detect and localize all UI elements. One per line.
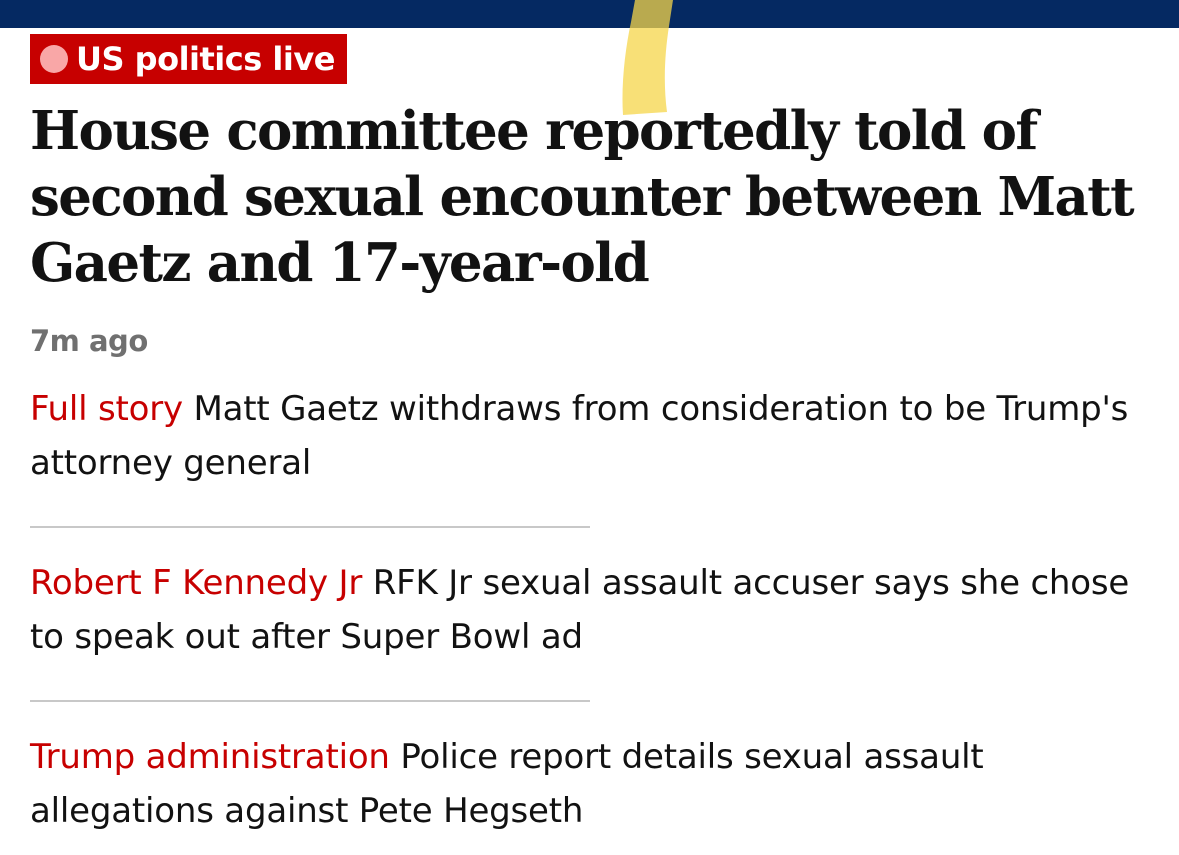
article-timestamp: 7m ago <box>30 324 148 358</box>
related-story-2[interactable]: Robert F Kennedy Jr RFK Jr sexual assaul… <box>30 556 1150 664</box>
kicker-label: US politics live <box>76 40 335 78</box>
related-story-tag[interactable]: Full story <box>30 389 183 429</box>
related-story-1[interactable]: Full story Matt Gaetz withdraws from con… <box>30 382 1150 490</box>
article-headline[interactable]: House committee reportedly told of secon… <box>30 98 1150 296</box>
related-story-tag[interactable]: Trump administration <box>30 737 390 777</box>
related-story-tag[interactable]: Robert F Kennedy Jr <box>30 563 362 603</box>
live-kicker[interactable]: US politics live <box>30 34 347 84</box>
article-card[interactable]: US politics live House committee reporte… <box>30 34 1150 838</box>
related-story-text[interactable]: Matt Gaetz withdraws from consideration … <box>30 389 1128 483</box>
divider <box>30 526 590 528</box>
live-indicator-icon <box>40 45 68 73</box>
related-story-3[interactable]: Trump administration Police report detai… <box>30 730 1150 838</box>
divider <box>30 700 590 702</box>
top-brand-bar <box>0 0 1179 28</box>
